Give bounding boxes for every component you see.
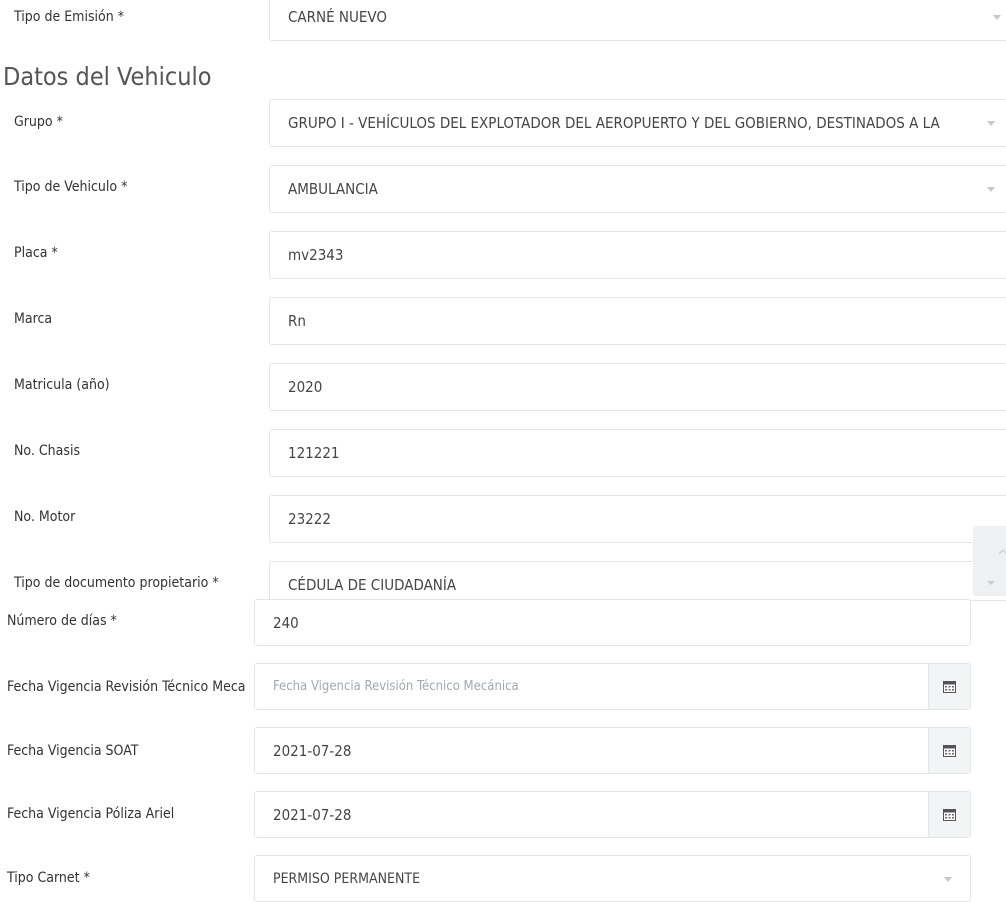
poliza-date-input[interactable]: 2021-07-28 bbox=[254, 791, 971, 838]
grupo-select[interactable]: GRUPO I - VEHÍCULOS DEL EXPLOTADOR DEL A… bbox=[269, 99, 1006, 147]
poliza-label: Fecha Vigencia Póliza Ariel bbox=[7, 806, 175, 822]
tipo-documento-label: Tipo de documento propietario * bbox=[14, 575, 219, 591]
grupo-label: Grupo * bbox=[14, 114, 63, 130]
marca-label: Marca bbox=[14, 311, 53, 327]
tipo-vehiculo-label: Tipo de Vehiculo * bbox=[14, 179, 128, 195]
revision-placeholder: Fecha Vigencia Revisión Técnico Mecánica bbox=[273, 679, 519, 694]
tipo-emision-label: Tipo de Emisión * bbox=[14, 9, 124, 25]
poliza-calendar-button[interactable] bbox=[928, 792, 970, 837]
soat-value: 2021-07-28 bbox=[273, 741, 352, 760]
matricula-input[interactable]: 2020 bbox=[269, 363, 1006, 411]
motor-value: 23222 bbox=[288, 510, 331, 528]
tipo-carnet-label: Tipo Carnet * bbox=[7, 870, 90, 886]
chasis-label: No. Chasis bbox=[14, 443, 81, 459]
marca-value: Rn bbox=[288, 312, 306, 330]
soat-label: Fecha Vigencia SOAT bbox=[7, 743, 139, 759]
section-title: Datos del Vehiculo bbox=[3, 62, 212, 91]
revision-calendar-button[interactable] bbox=[928, 664, 970, 709]
chevron-down-icon bbox=[987, 187, 995, 192]
tipo-carnet-value: PERMISO PERMANENTE bbox=[273, 870, 421, 887]
tipo-emision-select[interactable]: CARNÉ NUEVO bbox=[269, 0, 1006, 41]
revision-date-input[interactable]: Fecha Vigencia Revisión Técnico Mecánica bbox=[254, 663, 971, 710]
chasis-input[interactable]: 121221 bbox=[269, 429, 1006, 477]
motor-input[interactable]: 23222 bbox=[269, 495, 1006, 543]
tipo-vehiculo-value: AMBULANCIA bbox=[288, 180, 378, 198]
chevron-down-icon bbox=[993, 15, 1001, 20]
dias-label: Número de días * bbox=[7, 613, 117, 629]
tipo-documento-select[interactable]: CÉDULA DE CIUDADANÍA bbox=[269, 561, 1006, 601]
tipo-documento-value: CÉDULA DE CIUDADANÍA bbox=[288, 576, 457, 594]
chevron-down-icon bbox=[944, 876, 952, 882]
placa-value: mv2343 bbox=[288, 246, 344, 264]
matricula-value: 2020 bbox=[288, 378, 323, 396]
placa-input[interactable]: mv2343 bbox=[269, 231, 1006, 279]
dias-value: 240 bbox=[273, 613, 299, 632]
calendar-icon bbox=[943, 808, 956, 821]
soat-calendar-button[interactable] bbox=[928, 728, 970, 773]
marca-input[interactable]: Rn bbox=[269, 297, 1006, 345]
soat-date-input[interactable]: 2021-07-28 bbox=[254, 727, 971, 774]
revision-label: Fecha Vigencia Revisión Técnico Meca bbox=[7, 679, 246, 695]
poliza-value: 2021-07-28 bbox=[273, 805, 352, 824]
grupo-value: GRUPO I - VEHÍCULOS DEL EXPLOTADOR DEL A… bbox=[288, 114, 940, 132]
scroll-arrows-icon[interactable] bbox=[973, 526, 1006, 596]
chasis-value: 121221 bbox=[288, 444, 340, 462]
matricula-label: Matricula (año) bbox=[14, 377, 110, 393]
calendar-icon bbox=[943, 680, 956, 693]
dias-input[interactable]: 240 bbox=[254, 599, 971, 646]
tipo-emision-value: CARNÉ NUEVO bbox=[288, 8, 388, 26]
placa-label: Placa * bbox=[14, 245, 58, 261]
chevron-down-icon bbox=[987, 121, 995, 126]
calendar-icon bbox=[943, 744, 956, 757]
tipo-vehiculo-select[interactable]: AMBULANCIA bbox=[269, 165, 1006, 213]
motor-label: No. Motor bbox=[14, 509, 76, 525]
